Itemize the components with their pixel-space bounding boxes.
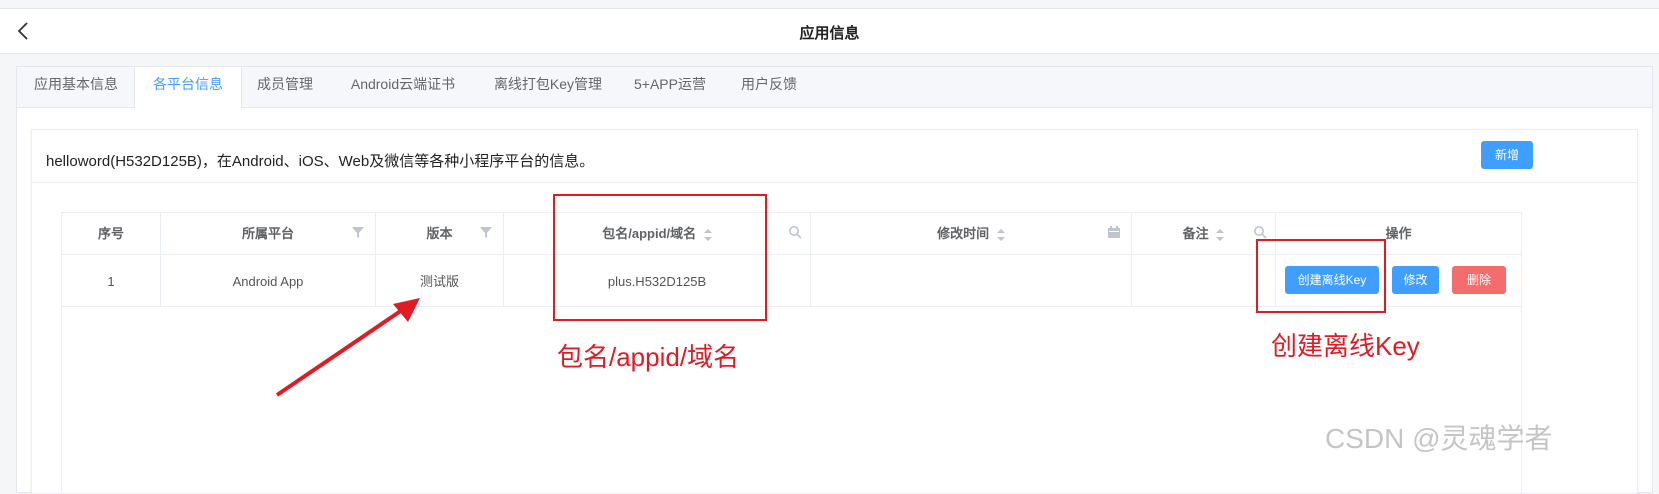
- create-key-highlight-box: [1256, 239, 1386, 313]
- edit-button[interactable]: 修改: [1392, 266, 1439, 294]
- cell-note: [1132, 254, 1276, 307]
- annotation-arrow-icon: [275, 298, 420, 397]
- search-icon[interactable]: [1253, 225, 1267, 239]
- package-annotation-label: 包名/appid/域名: [557, 342, 740, 372]
- tab-app-operation[interactable]: 5+APP运营: [627, 67, 713, 107]
- column-header-index: 序号: [62, 213, 161, 254]
- filter-icon[interactable]: [479, 225, 493, 239]
- column-header-version: 版本: [376, 213, 504, 254]
- package-highlight-box: [553, 194, 767, 321]
- search-icon[interactable]: [788, 225, 802, 239]
- cell-modified: [811, 254, 1132, 307]
- cell-index: 1: [62, 254, 161, 307]
- column-header-modified: 修改时间: [811, 213, 1132, 254]
- sort-icon[interactable]: [996, 228, 1005, 241]
- tab-offline-key-management[interactable]: 离线打包Key管理: [483, 67, 613, 107]
- card-description: helloword(H532D125B)，在Android、iOS、Web及微信…: [46, 153, 595, 170]
- tab-member-management[interactable]: 成员管理: [241, 67, 329, 107]
- column-header-note: 备注: [1132, 213, 1276, 254]
- tab-bar: 应用基本信息 各平台信息 成员管理 Android云端证书 离线打包Key管理 …: [17, 67, 1652, 108]
- tab-android-cloud-cert[interactable]: Android云端证书: [339, 67, 467, 107]
- calendar-icon[interactable]: [1107, 225, 1121, 239]
- add-button[interactable]: 新增: [1481, 141, 1533, 169]
- tab-user-feedback[interactable]: 用户反馈: [729, 67, 809, 107]
- create-key-annotation-label: 创建离线Key: [1271, 331, 1420, 361]
- card-divider: [32, 182, 1637, 183]
- tab-app-basic-info[interactable]: 应用基本信息: [17, 67, 135, 107]
- column-header-platform: 所属平台: [161, 213, 376, 254]
- sort-icon[interactable]: [1216, 228, 1225, 241]
- page-title: 应用信息: [799, 25, 860, 42]
- tab-platform-info[interactable]: 各平台信息: [134, 67, 242, 108]
- delete-button[interactable]: 删除: [1452, 266, 1506, 294]
- watermark: CSDN @灵魂学者: [1325, 423, 1553, 454]
- filter-icon[interactable]: [351, 225, 365, 239]
- header-bar: 应用信息: [0, 8, 1659, 54]
